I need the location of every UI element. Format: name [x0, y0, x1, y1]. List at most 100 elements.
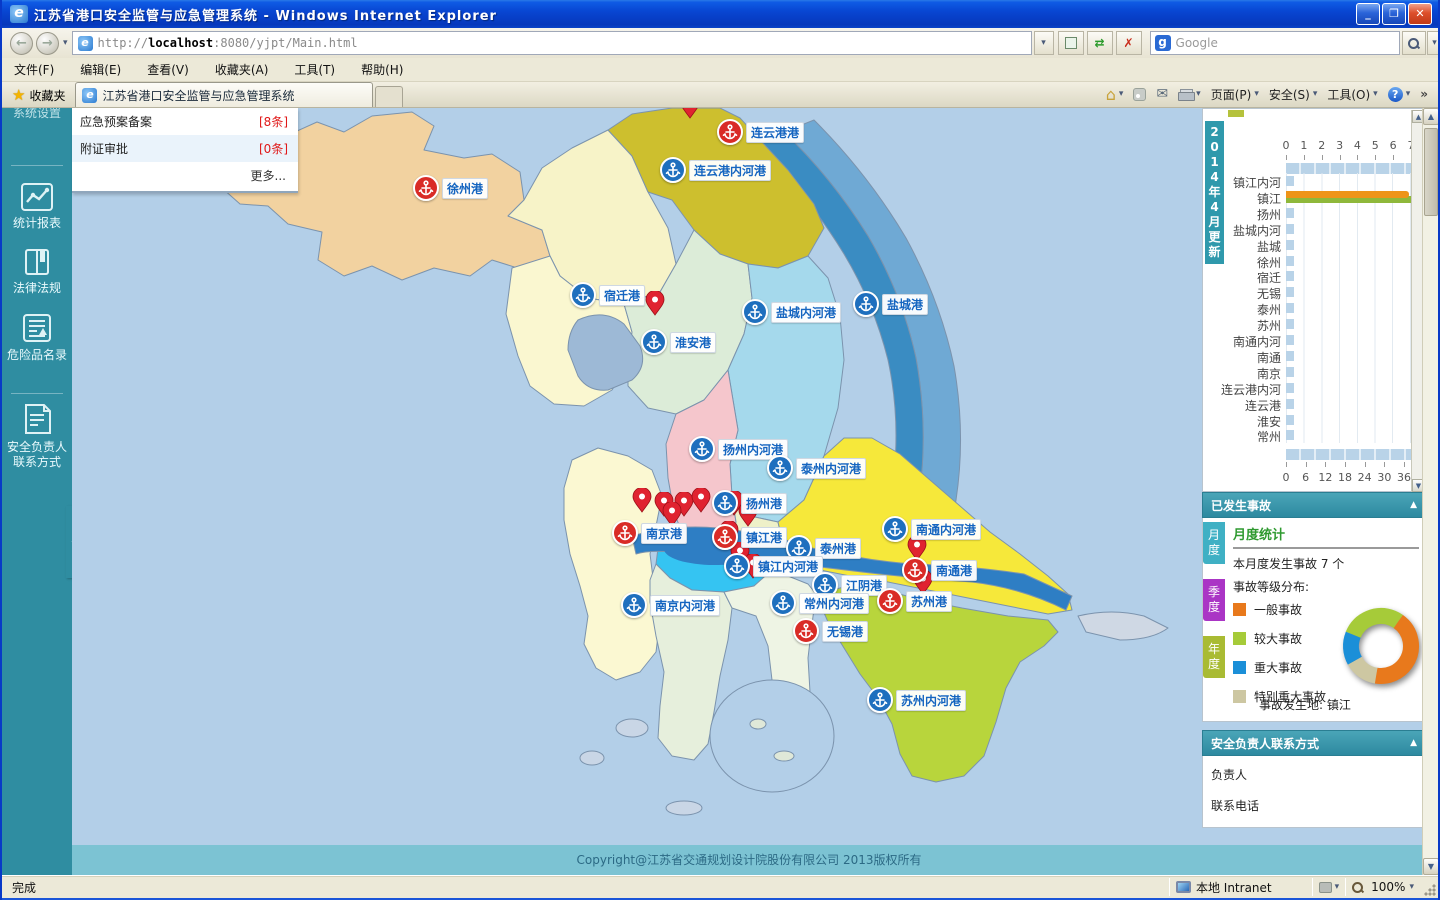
refresh-button[interactable]: ⇄	[1086, 31, 1113, 55]
menu-item-文件(F)[interactable]: 文件(F)	[14, 61, 54, 78]
scroll-thumb[interactable]	[1424, 128, 1438, 216]
feeds-button[interactable]	[1133, 87, 1147, 101]
port-marker-苏州港[interactable]: 苏州港	[877, 588, 953, 614]
favorites-button[interactable]: ★ 收藏夹	[2, 83, 75, 107]
quick-row-certificate-approval[interactable]: 附证审批 [0条]	[72, 135, 298, 162]
minimize-button[interactable]: _	[1356, 3, 1380, 25]
port-marker-南通内河港[interactable]: 南通内河港	[882, 516, 982, 542]
menu-item-帮助(H)[interactable]: 帮助(H)	[361, 61, 403, 78]
port-label: 盐城内河港	[771, 301, 842, 323]
port-marker-常州内河港[interactable]: 常州内河港	[770, 590, 870, 616]
collapse-arrow-icon[interactable]: ▲	[1410, 500, 1417, 510]
port-marker-扬州港[interactable]: 扬州港	[712, 490, 788, 516]
forward-button[interactable]: →	[36, 31, 59, 55]
bottom-axis-tick: 30	[1377, 471, 1392, 484]
resize-grip[interactable]	[1424, 884, 1436, 896]
port-marker-南京港[interactable]: 南京港	[612, 520, 688, 546]
new-tab-button[interactable]	[375, 86, 404, 107]
copyright-footer: Copyright@江苏省交通规划设计院股份有限公司 2013版权所有	[72, 845, 1426, 875]
accident-pin-icon[interactable]	[691, 487, 711, 517]
stop-button[interactable]: ✗	[1115, 31, 1142, 55]
tab-年度[interactable]: 年度	[1203, 636, 1225, 678]
port-label: 南通港	[931, 559, 978, 581]
port-label: 苏州内河港	[896, 689, 967, 711]
port-marker-镇江内河港[interactable]: 镇江内河港	[724, 553, 824, 579]
quick-row-emergency-plan[interactable]: 应急预案备案 [8条]	[72, 108, 298, 135]
legend-swatch	[1233, 690, 1246, 703]
compatibility-icon	[1064, 37, 1077, 49]
restore-button[interactable]: ❐	[1382, 3, 1406, 25]
page-scrollbar[interactable]: ▲ ▼	[1422, 108, 1438, 875]
port-label: 泰州内河港	[796, 457, 867, 479]
port-marker-镇江港[interactable]: 镇江港	[712, 524, 788, 550]
bottom-axis-tick: 12	[1318, 471, 1333, 484]
safety-menu-button[interactable]: 安全(S) ▾	[1269, 86, 1318, 103]
port-label: 南京内河港	[650, 594, 721, 616]
back-button[interactable]: ←	[10, 31, 33, 55]
port-marker-泰州内河港[interactable]: 泰州内河港	[767, 455, 867, 481]
accident-pin-icon[interactable]	[632, 487, 652, 517]
port-marker-盐城内河港[interactable]: 盐城内河港	[742, 299, 842, 325]
sidebar-item-system-settings[interactable]: 系统设置	[2, 108, 72, 121]
menu-item-收藏夹(A)[interactable]: 收藏夹(A)	[215, 61, 269, 78]
protected-mode-button[interactable]: ▾	[1318, 881, 1339, 893]
read-mail-button[interactable]: ✉	[1156, 86, 1168, 102]
collapse-arrow-icon[interactable]: ▲	[1410, 738, 1417, 748]
home-button[interactable]: ⌂ ▾	[1106, 85, 1124, 104]
anchor-icon	[689, 436, 715, 462]
sidebar-item-laws[interactable]: 法律法规	[2, 247, 72, 296]
scroll-down-icon[interactable]: ▼	[1423, 858, 1438, 875]
scroll-up-icon[interactable]: ▲	[1423, 108, 1438, 125]
accident-panel-header[interactable]: 已发生事故 ▲	[1202, 492, 1426, 518]
help-button[interactable]: ? ▾	[1387, 86, 1410, 102]
help-icon: ?	[1387, 86, 1403, 102]
sidebar-item-safety-contacts[interactable]: 安全负责人 联系方式	[2, 402, 72, 470]
port-marker-宿迁港[interactable]: 宿迁港	[570, 282, 646, 308]
anchor-icon	[793, 618, 819, 644]
accident-pin-icon[interactable]	[645, 290, 665, 320]
chevron-overflow-icon[interactable]: »	[1420, 87, 1428, 101]
menu-item-查看(V)[interactable]: 查看(V)	[147, 61, 189, 78]
sidebar-item-hazardous-list[interactable]: 危险品名录	[2, 312, 72, 363]
port-marker-南京内河港[interactable]: 南京内河港	[621, 592, 721, 618]
tab-active[interactable]: e 江苏省港口安全监管与应急管理系统	[75, 82, 374, 107]
print-button[interactable]: ▾	[1178, 88, 1201, 101]
port-marker-苏州内河港[interactable]: 苏州内河港	[867, 687, 967, 713]
tab-月度[interactable]: 月度	[1203, 522, 1225, 564]
search-input[interactable]: g Google	[1149, 31, 1400, 55]
book-icon	[25, 249, 49, 275]
bottom-axis-tick: 18	[1338, 471, 1352, 484]
port-label: 无锡港	[822, 620, 869, 642]
sidebar-item-statistics[interactable]: 统计报表	[2, 182, 72, 231]
port-marker-连云港内河港[interactable]: 连云港内河港	[660, 157, 772, 183]
address-input[interactable]: e http://localhost:8080/yjpt/Main.html	[71, 31, 1032, 55]
more-link[interactable]: 更多...	[72, 162, 298, 191]
compatibility-view-button[interactable]	[1057, 31, 1084, 55]
close-button[interactable]: ✕	[1408, 3, 1432, 25]
port-marker-徐州港[interactable]: 徐州港	[413, 175, 489, 201]
port-marker-盐城港[interactable]: 盐城港	[853, 291, 929, 317]
anchor-icon	[660, 157, 686, 183]
accident-donut-chart	[1331, 596, 1431, 699]
search-go-button[interactable]	[1401, 31, 1426, 55]
port-marker-淮安港[interactable]: 淮安港	[641, 329, 717, 355]
google-logo-icon: g	[1154, 35, 1171, 51]
title-bar: e 江苏省港口安全监管与应急管理系统 - Windows Internet Ex…	[2, 0, 1438, 28]
tools-menu-button[interactable]: 工具(O) ▾	[1327, 86, 1377, 103]
accident-panel: 已发生事故 ▲ 月度季度年度 月度统计 本月度发生事故 7 个 事故等级分布: …	[1202, 492, 1426, 722]
page-menu-button[interactable]: 页面(P) ▾	[1211, 86, 1259, 103]
menu-item-编辑(E)[interactable]: 编辑(E)	[80, 61, 121, 78]
contact-panel-header[interactable]: 安全负责人联系方式 ▲	[1202, 730, 1426, 756]
address-dropdown-button[interactable]: ▾	[1033, 31, 1054, 55]
port-marker-南通港[interactable]: 南通港	[902, 557, 978, 583]
tab-季度[interactable]: 季度	[1203, 579, 1225, 621]
nav-history-dropdown-icon[interactable]: ▾	[63, 38, 68, 48]
port-label: 南通内河港	[911, 518, 982, 540]
accident-pin-icon[interactable]	[680, 108, 700, 123]
protected-mode-icon	[1318, 881, 1332, 893]
port-marker-无锡港[interactable]: 无锡港	[793, 618, 869, 644]
legend-swatch	[1233, 603, 1246, 616]
port-marker-连云港港[interactable]: 连云港港	[717, 119, 805, 145]
search-options-button[interactable]: ▾	[1426, 31, 1438, 55]
menu-item-工具(T)[interactable]: 工具(T)	[294, 61, 335, 78]
